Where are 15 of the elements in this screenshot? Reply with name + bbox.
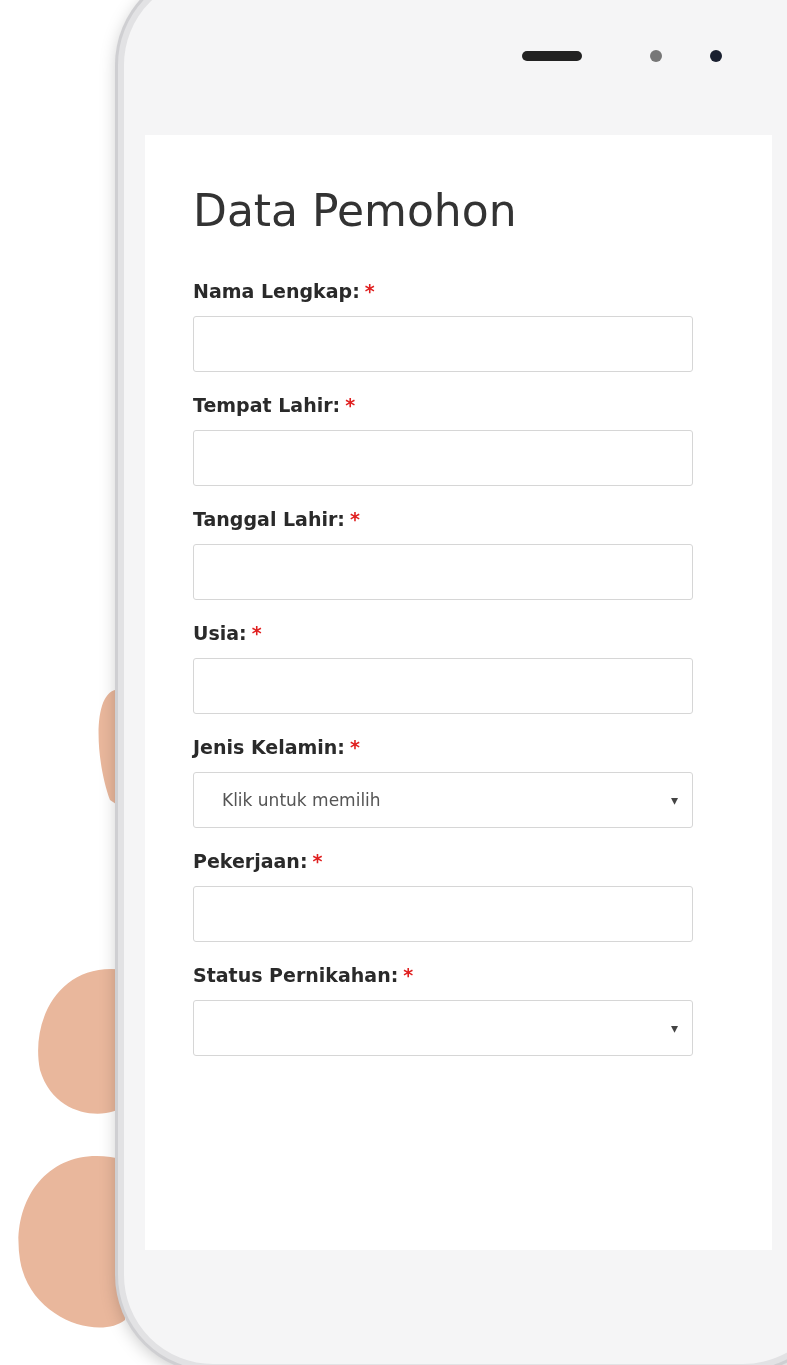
- field-label: Pekerjaan: *: [193, 850, 324, 872]
- field-label: Nama Lengkap: *: [193, 280, 376, 302]
- dropdown-field[interactable]: ▾: [193, 1000, 693, 1056]
- input-field[interactable]: [193, 430, 693, 486]
- input-field[interactable]: [193, 886, 693, 942]
- field-label: Status Pernikahan: *: [193, 964, 415, 986]
- field-label: Tanggal Lahir: *: [193, 508, 361, 530]
- field-label: Jenis Kelamin: *: [193, 736, 361, 758]
- input-field[interactable]: [193, 544, 693, 600]
- dropdown-field[interactable]: Klik untuk memilih ▾: [193, 772, 693, 828]
- form-title: Data Pemohon: [193, 185, 518, 236]
- input-field[interactable]: [193, 658, 693, 714]
- field-label: Tempat Lahir: *: [193, 394, 357, 416]
- field-label: Usia: *: [193, 622, 263, 644]
- input-field[interactable]: [193, 316, 693, 372]
